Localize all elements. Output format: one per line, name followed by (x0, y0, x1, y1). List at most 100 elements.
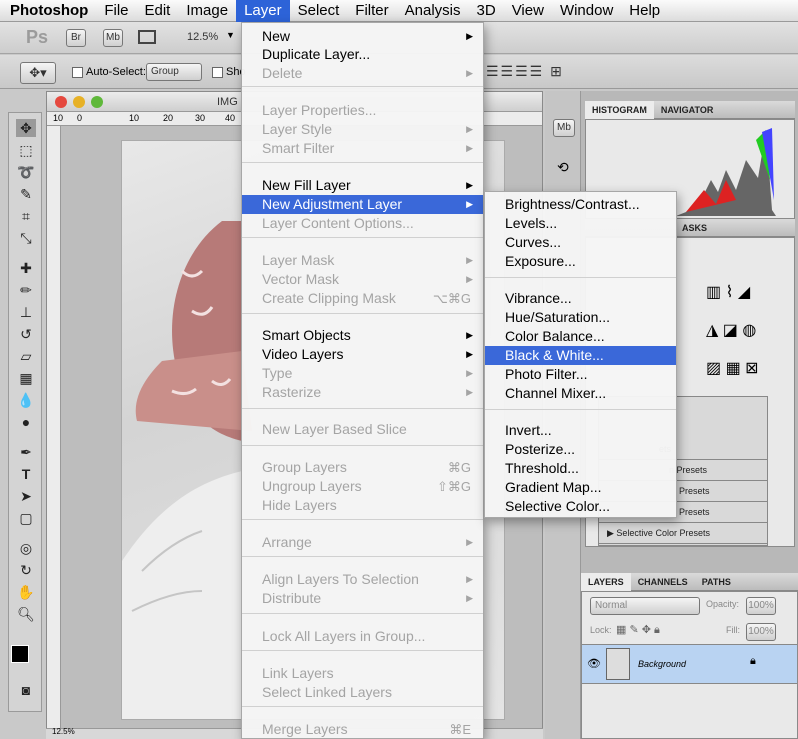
layer-name[interactable]: Background (638, 659, 686, 669)
bridge-button[interactable]: Br (66, 29, 86, 47)
submenu-item-gradient-map[interactable]: Gradient Map... (485, 478, 676, 497)
eyedropper-tool-icon[interactable]: ⤡ (16, 229, 36, 247)
fill-input[interactable]: 100% (746, 623, 776, 641)
menu-edit[interactable]: Edit (137, 0, 179, 22)
healing-brush-icon[interactable]: ✚ (16, 259, 36, 277)
marquee-tool-icon[interactable]: ⬚ (16, 141, 36, 159)
auto-select-dropdown[interactable]: Group (146, 63, 202, 81)
move-tool-preset-icon[interactable]: ✥▾ (20, 62, 56, 84)
submenu-item-vibrance[interactable]: Vibrance... (485, 289, 676, 308)
submenu-item-label: Posterize... (505, 441, 576, 457)
menu-item-new[interactable]: New ▶ (242, 27, 483, 46)
history-brush-icon[interactable]: ↺ (16, 325, 36, 343)
zoom-level[interactable]: 12.5% (187, 31, 218, 43)
auto-select-checkbox[interactable] (72, 67, 83, 78)
zoom-tool-icon[interactable]: 🔍︎ (16, 605, 36, 623)
submenu-item-exposure[interactable]: Exposure... (485, 252, 676, 271)
blend-mode-dropdown[interactable]: Normal (590, 597, 700, 615)
show-transform-checkbox[interactable] (212, 67, 223, 78)
menu-analysis[interactable]: Analysis (397, 0, 469, 22)
submenu-item-channel-mixer[interactable]: Channel Mixer... (485, 384, 676, 403)
menu-select[interactable]: Select (290, 0, 348, 22)
submenu-arrow-icon: ▶ (466, 349, 473, 359)
lasso-tool-icon[interactable]: ➰ (16, 163, 36, 181)
submenu-item-hue-saturation[interactable]: Hue/Saturation... (485, 308, 676, 327)
move-tool-icon[interactable]: ✥ (16, 119, 36, 137)
minimize-window-icon[interactable] (73, 96, 85, 108)
shape-tool-icon[interactable]: ▢ (16, 509, 36, 527)
submenu-item-threshold[interactable]: Threshold... (485, 459, 676, 478)
menu-3d[interactable]: 3D (469, 0, 504, 22)
quick-selection-icon[interactable]: ✎ (16, 185, 36, 203)
menu-window[interactable]: Window (552, 0, 621, 22)
photo-filter-icons[interactable]: ▨ ▦ ⊠ (706, 358, 759, 378)
clone-stamp-icon[interactable]: ⊥ (16, 303, 36, 321)
pen-tool-icon[interactable]: ✒ (16, 443, 36, 461)
distribute-icons[interactable]: ☰☰☰☰ ⊞ (486, 63, 564, 80)
lock-icons[interactable]: ▦ ✎ ✥ 🔒︎ (616, 623, 660, 637)
ruler-label: 20 (163, 113, 174, 123)
submenu-arrow-icon: ▶ (466, 124, 473, 134)
quick-mask-icon[interactable]: ◙ (16, 681, 36, 699)
3d-orbit-icon[interactable]: ↻ (16, 561, 36, 579)
preset-item[interactable]: ▶ Selective Color Presets (599, 523, 767, 544)
submenu-arrow-icon: ▶ (466, 574, 473, 584)
opacity-input[interactable]: 100% (746, 597, 776, 615)
foreground-color-swatch[interactable] (11, 645, 29, 663)
submenu-item-levels[interactable]: Levels... (485, 214, 676, 233)
tab-layers[interactable]: LAYERS (581, 573, 631, 591)
hand-tool-icon[interactable]: ✋ (16, 583, 36, 601)
menu-item-new-adjustment-layer[interactable]: New Adjustment Layer ▶ (242, 195, 483, 214)
menu-item-duplicate-layer[interactable]: Duplicate Layer... (242, 45, 483, 64)
menu-item-smart-objects[interactable]: Smart Objects ▶ (242, 326, 483, 345)
eraser-tool-icon[interactable]: ▱ (16, 347, 36, 365)
tab-paths[interactable]: PATHS (695, 573, 738, 591)
menu-help[interactable]: Help (621, 0, 668, 22)
submenu-item-posterize[interactable]: Posterize... (485, 440, 676, 459)
submenu-item-color-balance[interactable]: Color Balance... (485, 327, 676, 346)
chevron-down-icon[interactable]: ▼ (226, 30, 235, 40)
zoom-window-icon[interactable] (91, 96, 103, 108)
vibrance-hue-icons[interactable]: ◮ ◪ ◍ (706, 320, 756, 340)
menu-filter[interactable]: Filter (347, 0, 396, 22)
gradient-tool-icon[interactable]: ▦ (16, 369, 36, 387)
submenu-item-curves[interactable]: Curves... (485, 233, 676, 252)
menu-item-new-fill-layer[interactable]: New Fill Layer ▶ (242, 176, 483, 195)
crop-tool-icon[interactable]: ⌗ (16, 207, 36, 225)
mini-bridge-button[interactable]: Mb (103, 29, 123, 47)
submenu-item-label: Vibrance... (505, 290, 572, 306)
layer-row-background[interactable]: 👁︎ Background 🔒︎ (582, 644, 797, 684)
eye-icon[interactable]: 👁︎ (587, 657, 601, 670)
submenu-item-brightness-contrast[interactable]: Brightness/Contrast... (485, 195, 676, 214)
path-selection-icon[interactable]: ➤ (16, 487, 36, 505)
levels-curves-exposure-icons[interactable]: ▥ ⌇ ◢ (706, 282, 750, 302)
tab-navigator[interactable]: NAVIGATOR (654, 101, 721, 119)
tab-histogram[interactable]: HISTOGRAM (585, 101, 654, 119)
dodge-tool-icon[interactable]: ● (16, 413, 36, 431)
view-extras-icon[interactable] (138, 30, 156, 44)
menu-item-label: Hide Layers (262, 497, 337, 513)
brush-tool-icon[interactable]: ✏ (16, 281, 36, 299)
history-panel-icon[interactable]: ⟲ (557, 159, 569, 176)
tab-masks[interactable]: ASKS (675, 219, 714, 237)
menu-image[interactable]: Image (178, 0, 236, 22)
tab-channels[interactable]: CHANNELS (631, 573, 695, 591)
mini-bridge-panel-icon[interactable]: Mb (553, 119, 575, 137)
3d-rotate-icon[interactable]: ◎ (16, 539, 36, 557)
app-menu[interactable]: Photoshop (0, 0, 96, 22)
blur-tool-icon[interactable]: 💧 (16, 391, 36, 409)
menu-item-label: Create Clipping Mask (262, 290, 396, 306)
type-tool-icon[interactable]: T (16, 465, 36, 483)
submenu-item-invert[interactable]: Invert... (485, 421, 676, 440)
close-window-icon[interactable] (55, 96, 67, 108)
submenu-item-selective-color[interactable]: Selective Color... (485, 497, 676, 516)
menu-item-video-layers[interactable]: Video Layers ▶ (242, 345, 483, 364)
submenu-arrow-icon: ▶ (466, 593, 473, 603)
submenu-item-black-white[interactable]: Black & White... (485, 346, 676, 365)
submenu-arrow-icon: ▶ (466, 31, 473, 41)
submenu-item-photo-filter[interactable]: Photo Filter... (485, 365, 676, 384)
menu-view[interactable]: View (504, 0, 552, 22)
menu-file[interactable]: File (96, 0, 136, 22)
menu-item-label: Smart Objects (262, 327, 351, 343)
menu-layer[interactable]: Layer (236, 0, 290, 22)
